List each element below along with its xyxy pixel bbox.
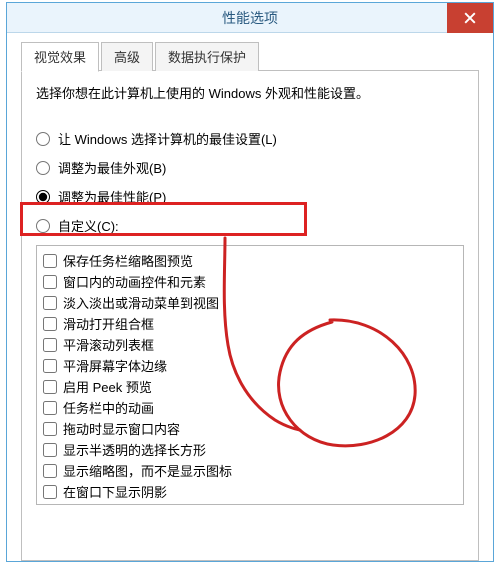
check-slide-combo[interactable]	[43, 317, 57, 331]
check-label: 淡入淡出或滑动菜单到视图	[63, 293, 219, 312]
check-translucent-rect[interactable]	[43, 443, 57, 457]
effects-checklist[interactable]: 保存任务栏缩略图预览 窗口内的动画控件和元素 淡入淡出或滑动菜单到视图 滑动打开…	[36, 245, 464, 505]
check-peek[interactable]	[43, 380, 57, 394]
check-label: 在窗口下显示阴影	[63, 482, 167, 501]
check-smooth-scroll[interactable]	[43, 338, 57, 352]
window-title: 性能选项	[222, 8, 278, 28]
check-taskbar-anim[interactable]	[43, 401, 57, 415]
tabpanel-visual-effects: 选择你想在此计算机上使用的 Windows 外观和性能设置。 让 Windows…	[21, 71, 479, 561]
check-label: 任务栏中的动画	[63, 398, 154, 417]
check-row[interactable]: 保存任务栏缩略图预览	[43, 250, 457, 271]
check-label: 平滑滚动列表框	[63, 335, 154, 354]
check-label: 启用 Peek 预览	[63, 377, 152, 396]
check-label: 拖动时显示窗口内容	[63, 419, 180, 438]
performance-options-dialog: 性能选项 视觉效果 高级 数据执行保护 选择你想在此计算机上使用的 Window…	[6, 2, 494, 562]
check-window-anim[interactable]	[43, 275, 57, 289]
tab-advanced[interactable]: 高级	[101, 42, 153, 71]
radio-best-appearance[interactable]: 调整为最佳外观(B)	[36, 158, 464, 177]
check-label: 显示半透明的选择长方形	[63, 440, 206, 459]
check-label: 显示缩略图，而不是显示图标	[63, 461, 232, 480]
check-label: 滑动打开组合框	[63, 314, 154, 333]
check-row[interactable]: 任务栏中的动画	[43, 397, 457, 418]
check-fade-menu[interactable]	[43, 296, 57, 310]
check-row[interactable]: 启用 Peek 预览	[43, 376, 457, 397]
radio-best-performance-label: 调整为最佳性能(P)	[58, 187, 166, 206]
check-row[interactable]: 显示缩略图，而不是显示图标	[43, 460, 457, 481]
check-label: 保存任务栏缩略图预览	[63, 251, 193, 270]
check-drag-content[interactable]	[43, 422, 57, 436]
titlebar: 性能选项	[7, 3, 493, 33]
check-row[interactable]: 显示半透明的选择长方形	[43, 439, 457, 460]
intro-text: 选择你想在此计算机上使用的 Windows 外观和性能设置。	[36, 85, 464, 103]
radio-custom[interactable]: 自定义(C):	[36, 216, 464, 235]
check-row[interactable]: 平滑滚动列表框	[43, 334, 457, 355]
check-row[interactable]: 平滑屏幕字体边缘	[43, 355, 457, 376]
radio-custom-input[interactable]	[36, 219, 50, 233]
tab-visual-effects[interactable]: 视觉效果	[21, 42, 99, 72]
check-window-shadow[interactable]	[43, 485, 57, 499]
close-icon	[464, 12, 476, 24]
check-row[interactable]: 拖动时显示窗口内容	[43, 418, 457, 439]
check-row[interactable]: 在窗口下显示阴影	[43, 481, 457, 502]
radio-let-windows-choose-label: 让 Windows 选择计算机的最佳设置(L)	[58, 129, 277, 148]
check-label: 平滑屏幕字体边缘	[63, 356, 167, 375]
check-row[interactable]: 淡入淡出或滑动菜单到视图	[43, 292, 457, 313]
tab-dep[interactable]: 数据执行保护	[155, 42, 259, 71]
radio-best-performance[interactable]: 调整为最佳性能(P)	[36, 187, 464, 206]
radio-best-performance-input[interactable]	[36, 190, 50, 204]
tabstrip: 视觉效果 高级 数据执行保护	[21, 43, 479, 71]
check-smooth-font[interactable]	[43, 359, 57, 373]
radio-best-appearance-label: 调整为最佳外观(B)	[58, 158, 166, 177]
check-row[interactable]: 窗口内的动画控件和元素	[43, 271, 457, 292]
check-taskbar-thumb[interactable]	[43, 254, 57, 268]
radio-custom-label: 自定义(C):	[58, 216, 119, 235]
check-row[interactable]: 滑动打开组合框	[43, 313, 457, 334]
radio-best-appearance-input[interactable]	[36, 161, 50, 175]
check-label: 窗口内的动画控件和元素	[63, 272, 206, 291]
radio-let-windows-choose-input[interactable]	[36, 132, 50, 146]
check-thumb-icons[interactable]	[43, 464, 57, 478]
client-area: 视觉效果 高级 数据执行保护 选择你想在此计算机上使用的 Windows 外观和…	[7, 33, 493, 561]
close-button[interactable]	[447, 3, 493, 33]
radio-let-windows-choose[interactable]: 让 Windows 选择计算机的最佳设置(L)	[36, 129, 464, 148]
